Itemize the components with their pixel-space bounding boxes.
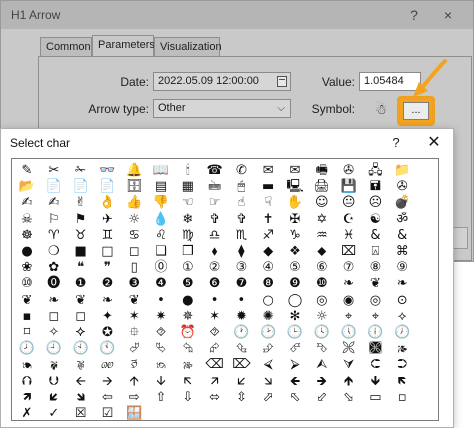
chevron-down-icon: ⌵ xyxy=(277,103,285,114)
arrow-type-value: Other xyxy=(158,102,186,114)
value-label: Value: xyxy=(321,75,355,89)
tab-visualization[interactable]: Visualization xyxy=(154,37,222,57)
char-cell[interactable]: ⇧ xyxy=(151,389,171,407)
char-cell[interactable]: ⬃ xyxy=(312,389,332,407)
symbol-browse-button[interactable]: ... xyxy=(403,102,429,120)
char-cell[interactable]: ☒ xyxy=(71,405,91,423)
char-cell[interactable]: ☑ xyxy=(97,405,117,423)
symbol-label: Symbol: xyxy=(311,102,355,116)
char-cell[interactable]: ✓ xyxy=(44,405,64,423)
back-dialog-title: H1 Arrow xyxy=(11,8,61,22)
char-cell[interactable]: ⇳ xyxy=(231,389,251,407)
back-dialog-titlebar: H1 Arrow ? × xyxy=(1,1,473,29)
char-cell[interactable]: ⇩ xyxy=(178,389,198,407)
date-label: Date: xyxy=(120,75,149,89)
select-char-title: Select char xyxy=(10,136,71,150)
callout-arrow-icon xyxy=(413,59,447,97)
char-cell[interactable]: ▫ xyxy=(392,389,412,407)
symbol-preview-icon: ☃ xyxy=(374,101,388,117)
back-help-button[interactable]: ? xyxy=(403,5,425,25)
char-cell[interactable]: ⬁ xyxy=(285,389,305,407)
char-cell[interactable]: ▭ xyxy=(365,389,385,407)
char-grid: ✎ ✂ ✁ 👓 🔔 📖 🕯 ☎ ✆ ✉ ✉ 🖷 ✇ 🖧 📁 📂 📄 📄 📄 🗄 ▤ ▦ 🖮 🖱 ▬ 🖳 🖨 💾 🖬 ✇ ✍ ✍ ✌ 👌 👍 👎 ☜ ☞ ☝ ☟… xyxy=(11,158,439,421)
date-value: 2022.05.09 12:00:00 xyxy=(158,75,259,87)
char-cell[interactable]: ⬄ xyxy=(205,389,225,407)
back-close-button[interactable]: × xyxy=(437,5,459,25)
char-cell[interactable]: 🪟 xyxy=(124,405,144,423)
char-cell[interactable]: ⬂ xyxy=(339,389,359,407)
char-cell[interactable]: ⬀ xyxy=(258,389,278,407)
tab-parameters[interactable]: Parameters xyxy=(92,35,155,58)
close-button[interactable]: ✕ xyxy=(423,133,445,153)
arrow-type-label: Arrow type: xyxy=(88,102,149,116)
calendar-icon[interactable] xyxy=(277,76,287,87)
tab-common[interactable]: Common xyxy=(40,37,92,57)
select-char-dialog: Select char ? ✕ ✎ ✂ ✁ 👓 🔔 📖 🕯 ☎ ✆ ✉ ✉ 🖷 ✇ 🖧 📁 📂 📄 📄 📄 🗄 ▤ ▦ 🖮 🖱… xyxy=(0,128,454,428)
char-cell[interactable]: ✗ xyxy=(17,405,37,423)
arrow-type-select[interactable]: Other ⌵ xyxy=(153,99,291,118)
help-button[interactable]: ? xyxy=(386,133,406,153)
value-text: 1.05484 xyxy=(364,75,404,87)
date-input[interactable]: 2022.05.09 12:00:00 xyxy=(153,72,291,91)
